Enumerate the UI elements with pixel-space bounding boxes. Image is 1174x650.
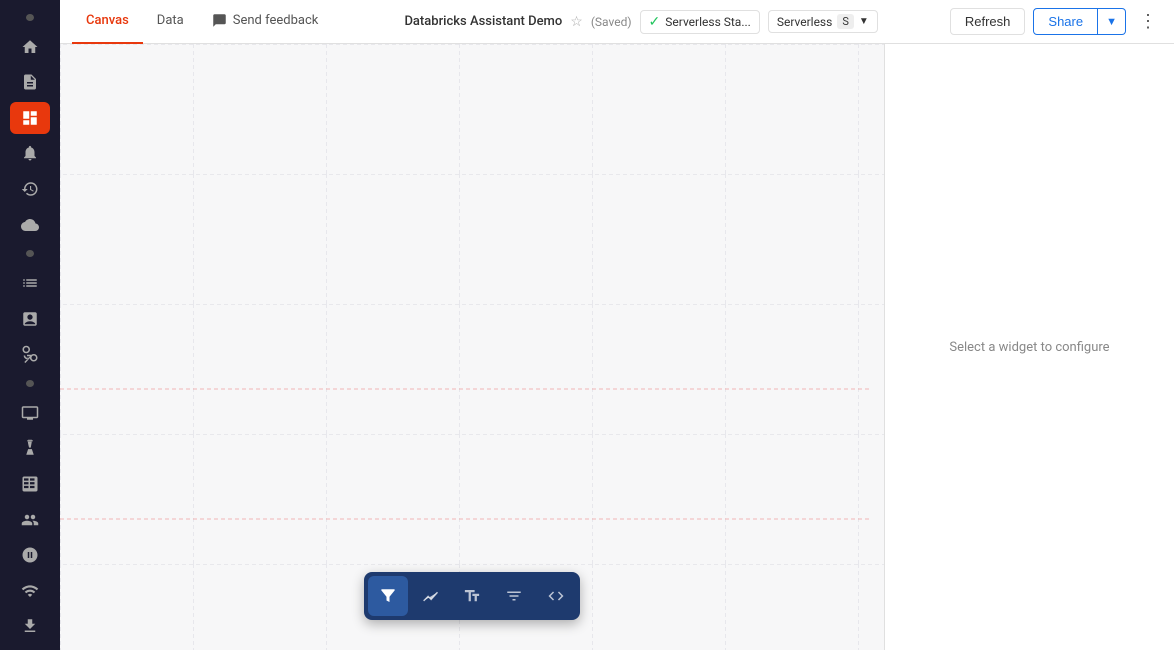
tool-text-box[interactable] — [452, 576, 492, 616]
share-chevron-button[interactable]: ▼ — [1098, 8, 1126, 35]
sidebar — [0, 0, 60, 650]
sidebar-item-nodes[interactable] — [10, 339, 50, 371]
canvas-area[interactable] — [60, 44, 884, 650]
grid-container — [60, 44, 884, 650]
status-text: Serverless Sta... — [665, 15, 751, 29]
sidebar-item-notebook[interactable] — [10, 67, 50, 99]
refresh-button[interactable]: Refresh — [950, 8, 1026, 35]
sidebar-item-chart[interactable] — [10, 303, 50, 335]
sidebar-item-history[interactable] — [10, 173, 50, 205]
right-panel: Select a widget to configure — [884, 44, 1174, 650]
topbar-center: Databricks Assistant Demo ☆ (Saved) ✓ Se… — [332, 10, 950, 34]
cluster-key: S — [837, 14, 854, 29]
sidebar-item-alert[interactable] — [10, 138, 50, 170]
sidebar-dot-mid2 — [26, 380, 34, 387]
sidebar-item-cloud[interactable] — [10, 209, 50, 241]
status-pill[interactable]: ✓ Serverless Sta... — [640, 10, 760, 34]
sidebar-item-dashboard[interactable] — [10, 102, 50, 134]
notebook-title: Databricks Assistant Demo — [404, 14, 562, 29]
grid-svg — [60, 44, 884, 650]
cluster-text: Serverless — [777, 15, 833, 29]
share-button-group: Share ▼ — [1033, 8, 1126, 35]
topbar: Canvas Data Send feedback Databricks Ass… — [60, 0, 1174, 44]
status-indicator: ✓ — [649, 14, 661, 30]
main-area: Canvas Data Send feedback Databricks Ass… — [60, 0, 1174, 650]
tab-canvas[interactable]: Canvas — [72, 0, 143, 44]
topbar-actions: Refresh Share ▼ ⋮ — [950, 8, 1162, 36]
sidebar-item-table[interactable] — [10, 468, 50, 500]
sidebar-item-ai[interactable] — [10, 539, 50, 571]
cluster-pill[interactable]: Serverless S ▼ — [768, 10, 878, 33]
sidebar-item-home[interactable] — [10, 31, 50, 63]
cluster-chevron-icon: ▼ — [859, 16, 869, 27]
sidebar-item-list[interactable] — [10, 267, 50, 299]
widget-toolbar — [364, 572, 580, 620]
sidebar-item-export[interactable] — [10, 610, 50, 642]
sidebar-dot-mid — [26, 250, 34, 257]
tool-line-chart[interactable] — [410, 576, 450, 616]
more-options-button[interactable]: ⋮ — [1134, 8, 1162, 36]
sidebar-item-flask[interactable] — [10, 433, 50, 465]
right-panel-empty-message: Select a widget to configure — [949, 340, 1109, 355]
sidebar-item-partner[interactable] — [10, 504, 50, 536]
star-icon[interactable]: ☆ — [570, 14, 583, 30]
feedback-icon — [212, 13, 227, 28]
tab-data[interactable]: Data — [143, 0, 198, 44]
saved-badge: (Saved) — [591, 15, 632, 29]
sidebar-item-tv[interactable] — [10, 397, 50, 429]
sidebar-dot-top — [26, 14, 34, 21]
tool-filter[interactable] — [368, 576, 408, 616]
tool-widget-filter[interactable] — [494, 576, 534, 616]
tool-code[interactable] — [536, 576, 576, 616]
share-button[interactable]: Share — [1033, 8, 1098, 35]
sidebar-item-monitor[interactable] — [10, 575, 50, 607]
tab-send-feedback[interactable]: Send feedback — [198, 0, 333, 44]
content-area: Select a widget to configure — [60, 44, 1174, 650]
